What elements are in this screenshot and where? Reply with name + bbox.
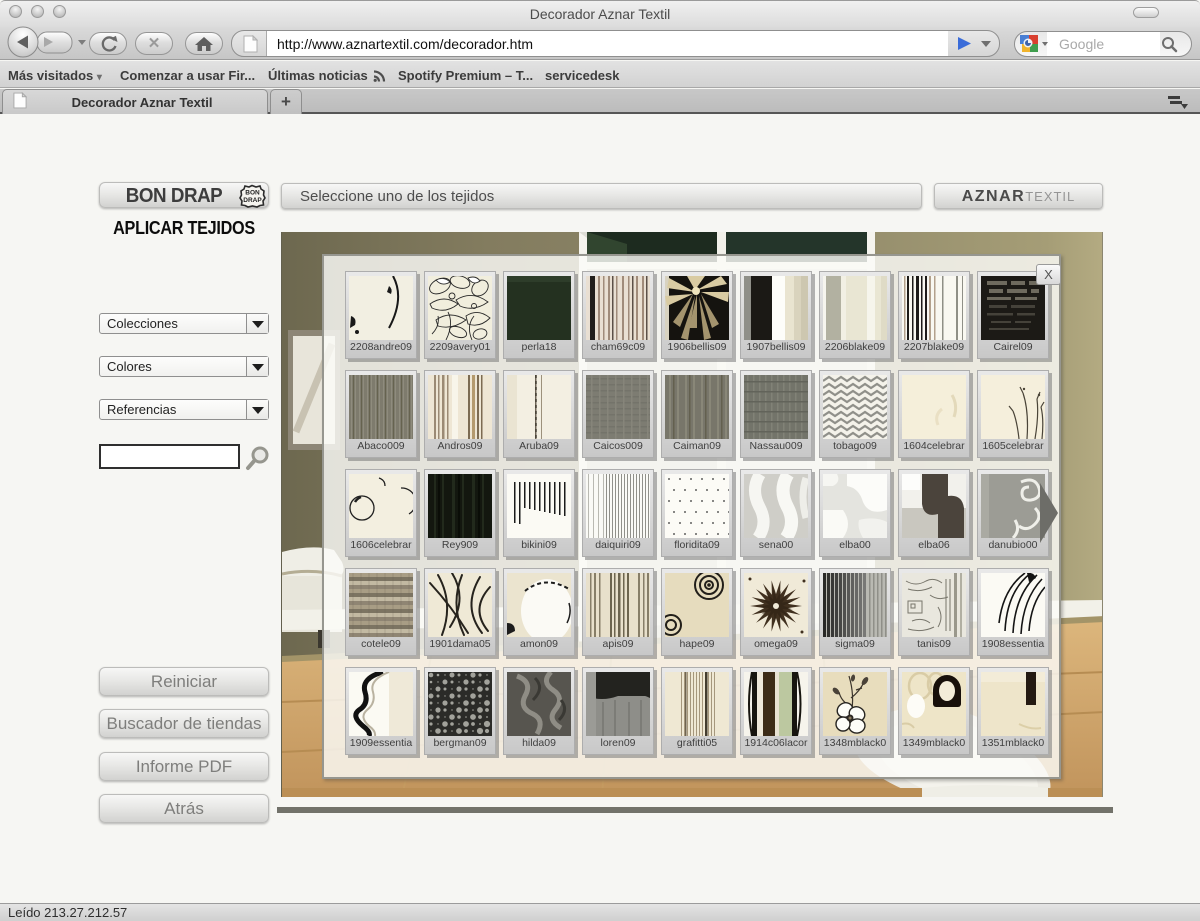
svg-text:BON: BON xyxy=(245,190,260,197)
svg-text:DRAP: DRAP xyxy=(243,197,262,204)
